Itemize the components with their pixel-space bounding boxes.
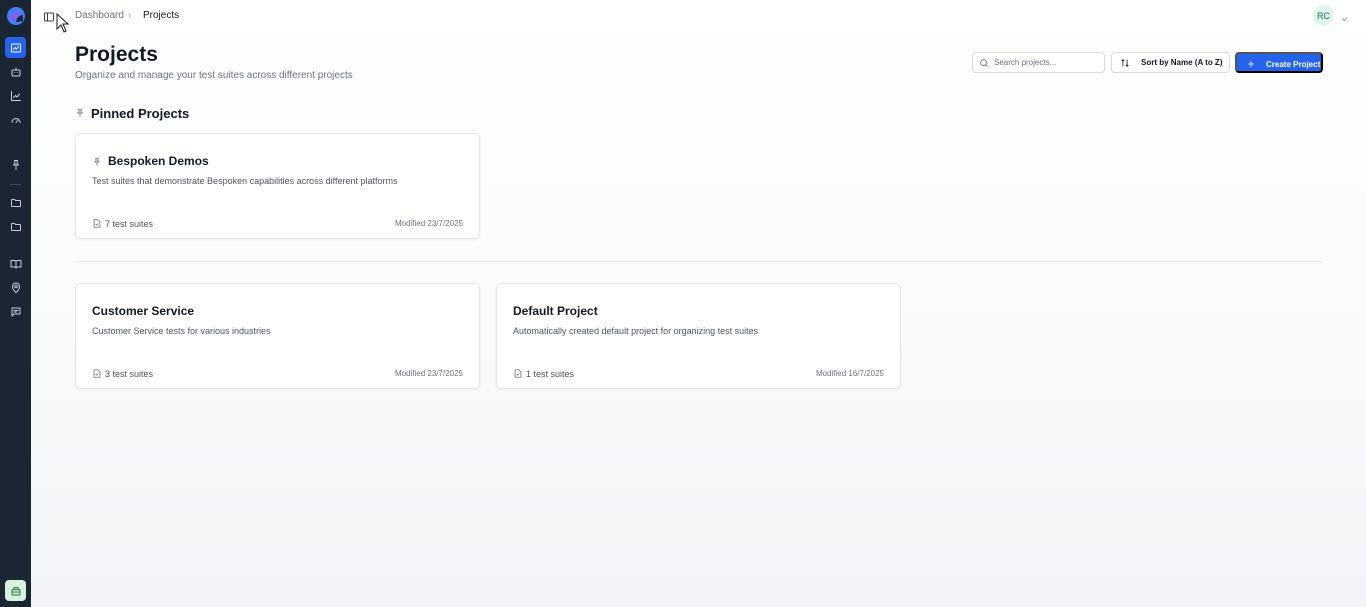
rail-folder-button-2[interactable] — [5, 216, 26, 237]
file-check-icon — [514, 369, 522, 378]
chevron-down-icon — [1341, 18, 1348, 22]
rail-docs-button[interactable] — [5, 253, 26, 274]
project-description: Customer Service tests for various indus… — [92, 326, 271, 336]
rail-pinned-button[interactable] — [5, 154, 26, 175]
project-card-bespoken-demos[interactable]: Bespoken Demos Test suites that demonstr… — [75, 133, 480, 239]
project-suite-count-label: 7 test suites — [105, 219, 154, 229]
search-box — [972, 52, 1105, 73]
app-logo[interactable] — [6, 6, 26, 26]
create-project-button[interactable]: Create Project — [1235, 52, 1323, 73]
chart-line-icon — [10, 90, 21, 101]
rail-location-button[interactable] — [5, 277, 26, 298]
rail-analytics-button[interactable] — [5, 85, 26, 106]
gauge-icon — [11, 117, 20, 123]
mouse-cursor-icon — [56, 13, 70, 33]
project-name: Bespoken Demos — [108, 154, 209, 168]
bot-icon — [11, 67, 20, 76]
user-menu-toggle[interactable] — [1340, 11, 1349, 22]
pin-icon — [76, 108, 84, 117]
page-subtitle: Organize and manage your test suites acr… — [75, 70, 353, 81]
project-name: Default Project — [513, 304, 598, 318]
sort-button[interactable]: Sort by Name (A to Z) — [1111, 52, 1230, 73]
pinned-heading-label: Pinned Projects — [91, 106, 190, 121]
project-modified-date: Modified 16/7/2025 — [815, 369, 884, 378]
main-content: Dashboard › Projects RC Projects Organiz… — [31, 0, 1366, 607]
breadcrumb-current: Projects — [143, 10, 180, 21]
search-input[interactable] — [994, 55, 1099, 70]
rail-folder-button-1[interactable] — [5, 192, 26, 213]
project-modified-date: Modified 23/7/2025 — [394, 219, 463, 228]
file-check-icon — [93, 219, 101, 228]
search-icon — [980, 59, 988, 67]
breadcrumb-separator: › — [128, 10, 132, 21]
project-modified-date: Modified 23/7/2025 — [394, 369, 463, 378]
rail-status-button[interactable] — [5, 580, 26, 601]
rail-divider — [10, 184, 21, 185]
rail-feedback-button[interactable] — [5, 301, 26, 322]
dashboard-icon — [10, 43, 21, 52]
rail-bots-button[interactable] — [5, 61, 26, 82]
pin-icon — [12, 159, 19, 170]
project-name: Customer Service — [92, 304, 195, 318]
user-avatar[interactable]: RC — [1313, 5, 1334, 26]
panel-left-icon — [44, 12, 54, 22]
file-check-icon — [93, 369, 101, 378]
section-divider — [75, 261, 1323, 262]
sort-arrows-icon — [1121, 59, 1129, 67]
breadcrumb-dashboard-link[interactable]: Dashboard — [75, 10, 124, 22]
top-bar: Dashboard › Projects RC — [31, 0, 1366, 33]
rail-monitoring-button[interactable] — [5, 109, 26, 130]
page-title: Projects — [75, 43, 158, 66]
project-description: Test suites that demonstrate Bespoken ca… — [92, 176, 398, 186]
project-suite-count-label: 3 test suites — [105, 369, 154, 379]
project-card-default-project[interactable]: Default Project Automatically created de… — [496, 283, 901, 389]
folder-icon — [10, 198, 21, 207]
project-card-customer-service[interactable]: Customer Service Customer Service tests … — [75, 283, 480, 389]
project-description: Automatically created default project fo… — [513, 326, 759, 336]
rail-dashboard-button[interactable] — [5, 37, 26, 58]
create-project-label: Create Project — [1266, 60, 1321, 69]
package-icon — [11, 586, 20, 595]
folder-icon — [10, 222, 21, 231]
book-icon — [10, 259, 21, 268]
project-suite-count-label: 1 test suites — [526, 369, 575, 379]
pinned-project-pin[interactable] — [92, 154, 102, 166]
plus-icon — [1248, 61, 1254, 67]
map-pin-icon — [11, 282, 20, 293]
sidebar-rail — [0, 0, 31, 607]
sort-button-label: Sort by Name (A to Z) — [1141, 58, 1223, 67]
message-icon — [11, 307, 20, 316]
pin-icon — [93, 157, 101, 166]
sidebar-toggle-button[interactable] — [43, 10, 55, 22]
